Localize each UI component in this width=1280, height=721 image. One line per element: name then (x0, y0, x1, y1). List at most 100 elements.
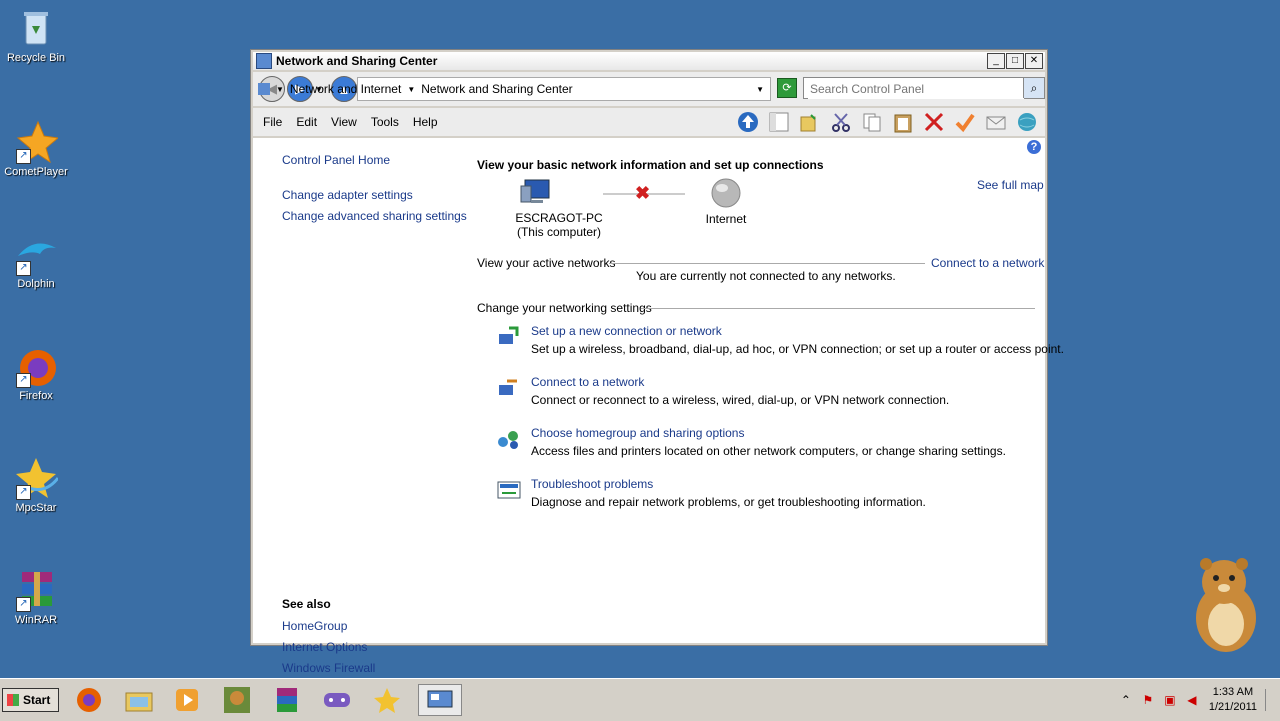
title-bar[interactable]: Network and Sharing Center _ □ ✕ (253, 52, 1045, 70)
menu-file[interactable]: File (263, 115, 282, 129)
shortcut-arrow-icon: ↗ (16, 597, 31, 612)
computer-node (519, 178, 553, 206)
dolphin-icon: ↗ (14, 232, 58, 276)
copy-icon[interactable] (860, 110, 884, 134)
task-link[interactable]: Set up a new connection or network (531, 324, 722, 338)
network-sharing-center-window: Network and Sharing Center _ □ ✕ ◀ ▶ ▼ ▲… (250, 49, 1064, 675)
help-icon[interactable]: ? (1027, 140, 1041, 154)
desktop-icon-label: MpcStar (15, 502, 57, 514)
taskbar: Start ⌃ ⚑ ▣ ◀ 1:33 AM 1/21/2011 (0, 678, 1280, 721)
change-settings-label: Change your networking settings (477, 301, 652, 315)
star-icon: ↗ (14, 456, 60, 500)
windows-logo-icon (7, 694, 19, 706)
menu-help[interactable]: Help (413, 115, 438, 129)
internet-globe-icon (711, 178, 741, 208)
taskbar-mpcstar-icon[interactable] (370, 684, 404, 716)
shortcut-arrow-icon: ↗ (16, 261, 31, 276)
internet-label: Internet (705, 212, 747, 226)
taskbar-media-player-icon[interactable] (170, 684, 204, 716)
taskbar-firefox-icon[interactable] (72, 684, 106, 716)
shortcut-arrow-icon: ↗ (16, 373, 31, 388)
desktop-icon-label: CometPlayer (4, 166, 68, 178)
control-panel-icon (256, 53, 272, 69)
not-connected-text: You are currently not connected to any n… (636, 269, 896, 283)
taskbar-gamepad-icon[interactable] (320, 684, 354, 716)
control-panel-home-link[interactable]: Control Panel Home (282, 153, 390, 167)
window-title: Network and Sharing Center (276, 54, 438, 68)
desktop-icon-mpcstar[interactable]: ↗ MpcStar (4, 456, 68, 514)
globe-icon[interactable] (1015, 110, 1039, 134)
breadcrumb-item[interactable]: Network and Sharing Center (421, 82, 572, 96)
clock-time: 1:33 AM (1212, 686, 1254, 698)
desktop-icon-firefox[interactable]: ↗ Firefox (4, 344, 68, 402)
change-advanced-sharing-link[interactable]: Change advanced sharing settings (282, 209, 467, 223)
change-adapter-settings-link[interactable]: Change adapter settings (282, 188, 413, 202)
see-also-heading: See also (282, 597, 331, 611)
panel-icon[interactable] (767, 110, 791, 134)
task-description: Set up a wireless, broadband, dial-up, a… (531, 342, 1064, 356)
desktop-icon-label: Recycle Bin (6, 52, 66, 64)
troubleshoot-icon (497, 479, 521, 501)
cut-icon[interactable] (829, 110, 853, 134)
taskbar-control-panel-button[interactable] (418, 684, 462, 716)
show-desktop-button[interactable] (1265, 689, 1280, 711)
active-networks-label: View your active networks (477, 256, 616, 270)
winrar-icon: ↗ (14, 568, 58, 612)
menu-edit[interactable]: Edit (296, 115, 317, 129)
menu-view[interactable]: View (331, 115, 357, 129)
close-button[interactable]: ✕ (1025, 53, 1043, 69)
section-divider (609, 263, 925, 264)
volume-muted-icon[interactable]: ◀ (1183, 693, 1201, 707)
action-center-flag-icon[interactable]: ⚑ (1139, 693, 1157, 707)
computer-name: ESCRAGOT-PC (515, 211, 603, 225)
network-disconnected-icon[interactable]: ▣ (1161, 693, 1179, 707)
clock[interactable]: 1:33 AM 1/21/2011 (1209, 685, 1257, 715)
task-link[interactable]: Troubleshoot problems (531, 477, 653, 491)
windows-firewall-link[interactable]: Windows Firewall (282, 661, 375, 675)
connect-network-icon (497, 377, 521, 399)
search-icon[interactable]: ⌕ (1023, 78, 1044, 98)
desktop-icon-label: Firefox (19, 390, 53, 402)
taskbar-box-app-icon[interactable] (220, 684, 254, 716)
taskbar-explorer-icon[interactable] (122, 684, 156, 716)
desktop-icon-winrar[interactable]: ↗ WinRAR (4, 568, 68, 626)
folder-options-icon[interactable] (798, 110, 822, 134)
task-link[interactable]: Choose homegroup and sharing options (531, 426, 744, 440)
task-link[interactable]: Connect to a network (531, 375, 644, 389)
recycle-bin-icon (14, 6, 58, 50)
shortcut-arrow-icon: ↗ (16, 149, 31, 164)
address-dropdown-icon[interactable]: ▼ (756, 85, 764, 94)
menu-tools[interactable]: Tools (371, 115, 399, 129)
page-title: View your basic network information and … (477, 158, 824, 172)
paste-icon[interactable] (891, 110, 915, 134)
address-bar: ◀ ▶ ▼ ▲ ▼ Network and Internet ▼ Network… (253, 72, 1045, 106)
search-input[interactable] (808, 79, 1024, 99)
desktop-icon-dolphin[interactable]: ↗ Dolphin (4, 232, 68, 290)
desktop-icon-cometplayer[interactable]: ↗ CometPlayer (4, 120, 68, 178)
homegroup-link[interactable]: HomeGroup (282, 619, 347, 633)
computer-icon (519, 178, 553, 206)
content-area: Control Panel Home Change adapter settin… (253, 138, 1064, 675)
desktop-icon-recycle-bin[interactable]: Recycle Bin (4, 6, 68, 64)
breadcrumb-item[interactable]: Network and Internet (290, 82, 401, 96)
minimize-button[interactable]: _ (987, 53, 1005, 69)
hamster-mascot-icon (1180, 552, 1264, 656)
start-button[interactable]: Start (2, 688, 59, 712)
check-icon[interactable] (953, 110, 977, 134)
shortcut-arrow-icon: ↗ (16, 485, 31, 500)
internet-options-link[interactable]: Internet Options (282, 640, 367, 654)
see-full-map-link[interactable]: See full map (977, 178, 1044, 192)
computer-label: ESCRAGOT-PC (This computer) (501, 211, 617, 239)
show-hidden-icons-icon[interactable]: ⌃ (1117, 693, 1135, 707)
up-arrow-icon[interactable] (736, 110, 760, 134)
connect-to-network-link[interactable]: Connect to a network (931, 256, 1044, 270)
mail-icon[interactable] (984, 110, 1008, 134)
maximize-button[interactable]: □ (1006, 53, 1024, 69)
taskbar-winrar-icon[interactable] (270, 684, 304, 716)
firefox-icon: ↗ (14, 344, 58, 388)
delete-icon[interactable] (922, 110, 946, 134)
desktop-icon-label: WinRAR (14, 614, 58, 626)
menu-bar: File Edit View Tools Help (253, 108, 1045, 136)
breadcrumb[interactable]: ▼ Network and Internet ▼ Network and Sha… (258, 77, 771, 101)
refresh-button[interactable]: ⟳ (777, 78, 797, 98)
